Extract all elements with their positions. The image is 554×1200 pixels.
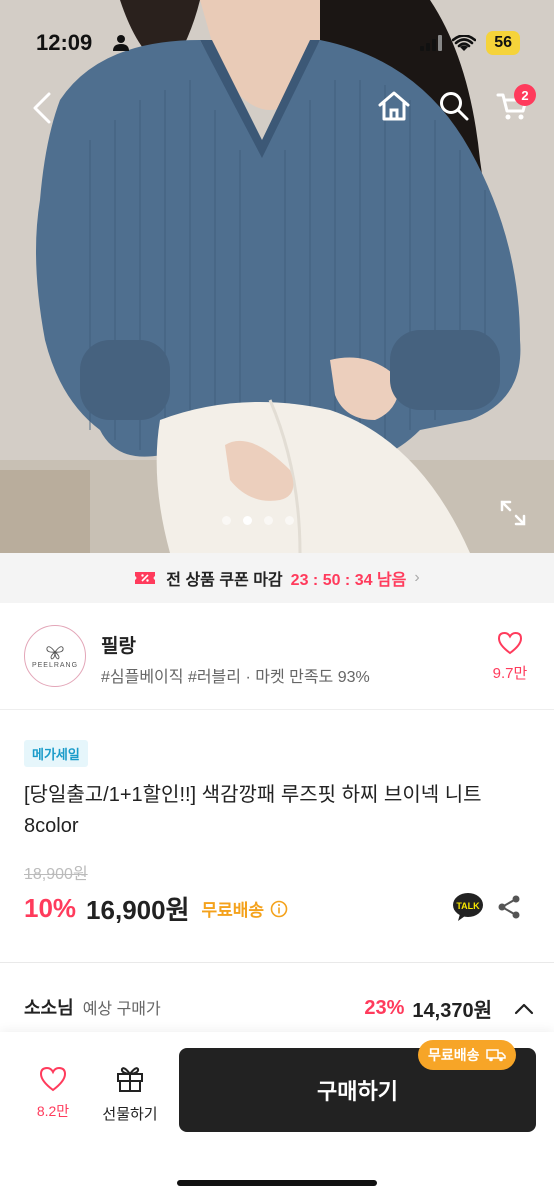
price-row: 10% 16,900원 무료배송 xyxy=(24,890,288,927)
discount-rate: 10% xyxy=(24,893,77,923)
status-right-group: 56 xyxy=(420,31,520,55)
share-button[interactable] xyxy=(496,894,522,920)
free-shipping-label: 무료배송 xyxy=(201,901,265,920)
search-button[interactable] xyxy=(436,88,472,124)
bottom-action-bar: 8.2만 선물하기 구매하기 무료배송 xyxy=(0,1032,554,1200)
expected-label: 예상 구매가 xyxy=(82,1001,161,1018)
chevron-left-icon xyxy=(33,92,51,124)
truck-icon xyxy=(485,1049,506,1062)
shop-like-count: 9.7만 xyxy=(492,665,528,682)
heart-icon xyxy=(497,631,523,655)
like-button[interactable]: 8.2만 xyxy=(28,1066,78,1121)
pagination-dot[interactable] xyxy=(264,516,273,525)
battery-indicator: 56 xyxy=(486,31,520,55)
like-count: 8.2만 xyxy=(36,1103,70,1119)
free-shipping-pill: 무료배송 xyxy=(418,1040,516,1070)
back-button[interactable] xyxy=(26,88,58,128)
cart-count-badge: 2 xyxy=(514,84,536,106)
signal-icon xyxy=(420,35,443,51)
cart-button[interactable]: 2 xyxy=(494,84,536,124)
shop-name[interactable]: 필랑 xyxy=(101,631,136,658)
wifi-icon xyxy=(452,34,477,51)
product-title: [당일출고/1+1할인!!] 색감깡패 루즈핏 하찌 브이넥 니트 8color xyxy=(24,784,482,837)
image-pagination xyxy=(222,516,294,525)
expected-discount: 23% xyxy=(364,997,405,1019)
shop-logo-text: PEELRANG xyxy=(31,661,79,669)
mega-sale-badge: 메가세일 xyxy=(24,740,88,767)
coupon-timer: 23 : 50 : 34 남음 xyxy=(290,572,407,589)
product-image[interactable]: 12:09 56 2 xyxy=(0,0,554,553)
pagination-dot-active[interactable] xyxy=(243,516,252,525)
butterfly-icon xyxy=(46,645,64,659)
sale-price: 16,900원 xyxy=(86,895,190,925)
expected-price: 14,370원 xyxy=(412,1000,492,1022)
gift-button[interactable]: 선물하기 xyxy=(98,1064,162,1124)
coupon-banner[interactable]: 전 상품 쿠폰 마감 23 : 50 : 34 남음 › xyxy=(0,553,554,603)
share-icon xyxy=(498,895,520,919)
shop-like-button[interactable]: 9.7만 xyxy=(486,631,534,683)
status-bar: 12:09 56 xyxy=(0,0,554,86)
shop-logo[interactable]: PEELRANG xyxy=(24,625,86,687)
kakao-talk-label: TALK xyxy=(456,901,480,911)
heart-icon xyxy=(39,1066,67,1092)
home-button[interactable] xyxy=(376,88,412,124)
pagination-dot[interactable] xyxy=(285,516,294,525)
chevron-up-icon[interactable] xyxy=(514,1002,534,1016)
person-icon xyxy=(113,35,129,51)
original-price: 18,900원 xyxy=(24,866,88,883)
kakao-talk-button[interactable]: TALK xyxy=(452,892,484,922)
expected-price-group: 23% 14,370원 xyxy=(364,994,534,1023)
chevron-right-icon: › xyxy=(414,569,420,586)
free-shipping-pill-label: 무료배송 xyxy=(428,1047,480,1063)
info-icon[interactable] xyxy=(270,900,288,918)
coupon-icon xyxy=(135,572,156,584)
gift-label: 선물하기 xyxy=(102,1106,158,1123)
expected-price-row[interactable]: 소소님 예상 구매가 23% 14,370원 xyxy=(24,994,534,1024)
home-indicator xyxy=(177,1180,377,1186)
home-icon xyxy=(378,91,410,121)
shop-section[interactable]: PEELRANG 필랑 #심플베이직 #러블리 · 마켓 만족도 93% 9.7… xyxy=(0,603,554,710)
expand-icon xyxy=(500,500,526,526)
shop-tags: #심플베이직 #러블리 · 마켓 만족도 93% xyxy=(101,669,370,686)
gift-icon xyxy=(117,1067,143,1092)
expected-user: 소소님 xyxy=(24,998,74,1018)
coupon-label: 전 상품 쿠폰 마감 xyxy=(166,572,283,589)
divider xyxy=(0,962,554,963)
kakao-talk-icon: TALK xyxy=(453,893,483,921)
search-icon xyxy=(440,92,469,121)
fullscreen-button[interactable] xyxy=(498,498,528,528)
pagination-dot[interactable] xyxy=(222,516,231,525)
status-time: 12:09 xyxy=(36,30,93,55)
